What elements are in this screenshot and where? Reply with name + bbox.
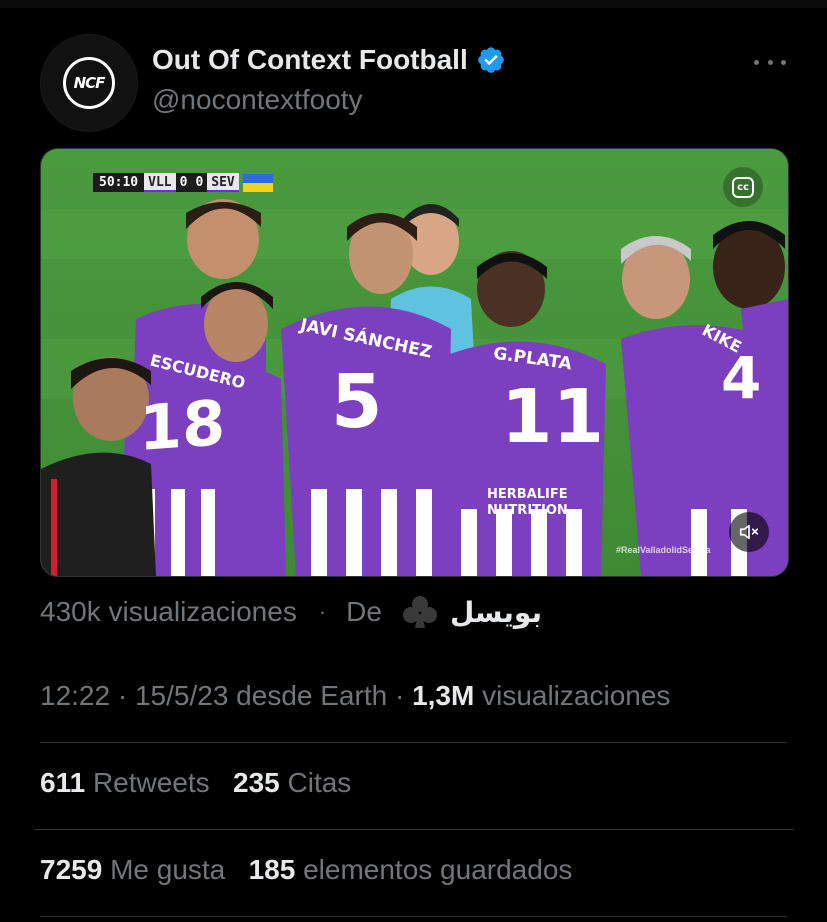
- separator-dot: ·: [394, 680, 405, 711]
- speaker-muted-icon: [739, 524, 759, 540]
- dot-icon: [781, 59, 786, 65]
- home-team: VLL: [144, 173, 176, 192]
- media-views-line: 430k visualizaciones · De بويسل: [40, 594, 542, 630]
- retweet-quote-stats: 611 Retweets 235 Citas: [40, 767, 351, 799]
- divider: [40, 742, 787, 743]
- media-source-name[interactable]: بويسل: [450, 596, 542, 629]
- likes-bookmarks-stats: 7259 Me gusta 185 elementos guardados: [40, 854, 572, 886]
- club-suit-icon: [402, 596, 437, 628]
- separator-dot: ·: [117, 680, 128, 711]
- scoreboard: 50:10 VLL 0 0 SEV: [93, 173, 273, 192]
- retweets-stat[interactable]: 611 Retweets: [40, 767, 210, 798]
- more-options-icon[interactable]: [754, 52, 786, 72]
- tweet-source: desde Earth: [236, 680, 388, 711]
- tweet-date[interactable]: 15/5/23: [135, 680, 228, 711]
- avatar[interactable]: NCF: [40, 34, 138, 132]
- away-team: SEV: [207, 173, 239, 192]
- jersey-sponsor-2: NUTRITION: [487, 503, 568, 518]
- from-label: De: [346, 596, 382, 627]
- broadcaster-logo-text: cc: [732, 176, 754, 198]
- likes-count: 7259: [40, 854, 103, 885]
- tweet-views-label: visualizaciones: [482, 680, 671, 711]
- mute-button[interactable]: [729, 512, 769, 552]
- hashtag-watermark: #RealValladolidSevilla: [616, 545, 711, 555]
- broadcaster-logo: cc: [723, 167, 763, 207]
- quotes-stat[interactable]: 235 Citas: [233, 767, 351, 798]
- avatar-logo: NCF: [63, 57, 115, 109]
- dot-icon: [754, 59, 759, 65]
- away-score: 0: [191, 173, 208, 192]
- likes-stat[interactable]: 7259 Me gusta: [40, 854, 225, 885]
- tweet-timestamp: 12:22 · 15/5/23 desde Earth · 1,3M visua…: [40, 680, 670, 712]
- verified-badge-icon: [477, 47, 504, 73]
- jersey-number-4: 4: [721, 344, 762, 412]
- tweet-video[interactable]: ESCUDERO 18 JAVI SÁNCHEZ 5 G.PLATA 11 KI…: [40, 148, 789, 577]
- jersey-number-18: 18: [139, 385, 226, 466]
- bookmarks-count: 185: [248, 854, 296, 885]
- top-edge: [0, 0, 827, 8]
- tweet-views-count: 1,3M: [412, 680, 475, 711]
- display-name[interactable]: Out Of Context Football: [152, 44, 468, 76]
- match-clock: 50:10: [93, 173, 145, 192]
- likes-label: Me gusta: [110, 854, 226, 885]
- dot-icon: [767, 59, 773, 65]
- retweets-label: Retweets: [92, 767, 210, 798]
- bookmarks-stat[interactable]: 185 elementos guardados: [249, 854, 573, 885]
- media-views: 430k visualizaciones: [40, 596, 297, 627]
- bookmarks-label: elementos guardados: [303, 854, 573, 885]
- author-handle[interactable]: @nocontextfooty: [152, 84, 363, 116]
- jersey-number-11: 11: [501, 374, 604, 460]
- author-name-row[interactable]: Out Of Context Football: [152, 44, 506, 76]
- tweet-time[interactable]: 12:22: [40, 680, 110, 711]
- separator-dot: ·: [318, 599, 327, 624]
- home-score: 0: [175, 173, 192, 192]
- jersey-number-5: 5: [331, 359, 383, 445]
- quotes-count: 235: [233, 767, 280, 798]
- jersey-sponsor-1: HERBALIFE: [487, 487, 568, 502]
- divider: [34, 829, 794, 830]
- divider: [40, 916, 787, 917]
- quotes-label: Citas: [287, 767, 352, 798]
- ukraine-flag-icon: [242, 173, 273, 192]
- retweets-count: 611: [40, 767, 86, 798]
